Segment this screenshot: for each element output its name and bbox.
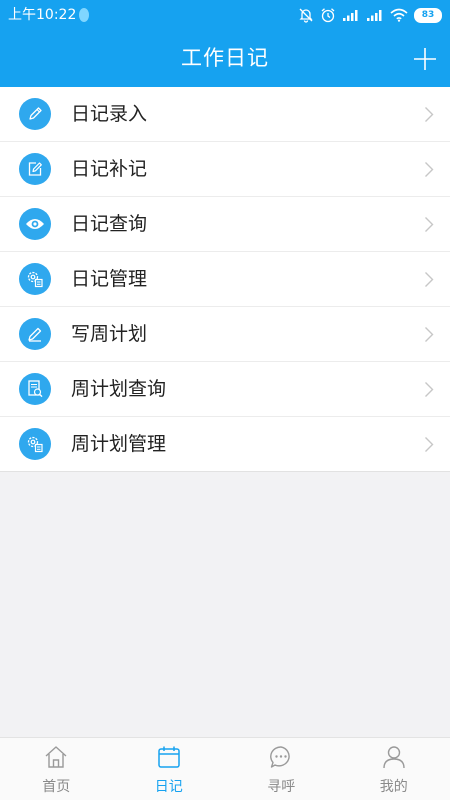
chevron-right-icon: [425, 162, 434, 177]
status-bar: 上午10:22 83: [0, 0, 450, 30]
chevron-right-icon: [425, 327, 434, 342]
wifi-icon: [390, 8, 408, 22]
menu-item-diary-entry[interactable]: 日记录入: [0, 87, 450, 142]
tab-label: 日记: [154, 779, 183, 795]
tab-label: 首页: [42, 779, 71, 795]
app-header: 工作日记: [0, 30, 450, 87]
bottom-tab-bar: 首页 日记 寻呼 我的: [0, 737, 450, 800]
chevron-right-icon: [425, 272, 434, 287]
document-search-icon: [19, 373, 51, 405]
hd-signal-icon: [367, 10, 382, 21]
gear-document-icon: [19, 428, 51, 460]
menu-item-label: 写周计划: [71, 323, 148, 345]
gear-document-icon: [19, 263, 51, 295]
calendar-icon: [158, 746, 180, 768]
qq-notification-icon: [78, 7, 90, 27]
signal-icon: [343, 10, 358, 21]
battery-indicator: 83: [414, 7, 442, 23]
menu-item-diary-query[interactable]: 日记查询: [0, 197, 450, 252]
status-time: 上午10:22: [8, 7, 77, 23]
menu-item-diary-manage[interactable]: 日记管理: [0, 252, 450, 307]
tab-paging[interactable]: 寻呼: [225, 738, 338, 800]
menu-item-label: 日记查询: [71, 213, 148, 235]
menu-item-diary-makeup[interactable]: 日记补记: [0, 142, 450, 197]
chat-icon: [270, 746, 290, 768]
chevron-right-icon: [425, 217, 434, 232]
menu-item-weekly-plan-manage[interactable]: 周计划管理: [0, 417, 450, 472]
tab-label: 我的: [379, 779, 408, 795]
pencil-icon: [19, 98, 51, 130]
mute-bell-icon: [299, 8, 313, 23]
tab-label: 寻呼: [267, 779, 296, 795]
user-icon: [383, 746, 405, 769]
menu-item-label: 周计划查询: [71, 378, 167, 400]
edit-square-icon: [19, 153, 51, 185]
status-icons: 83: [298, 6, 442, 24]
page-title: 工作日记: [181, 46, 269, 70]
menu-item-label: 周计划管理: [71, 433, 167, 455]
alarm-icon: [321, 8, 335, 23]
add-button[interactable]: [412, 46, 438, 72]
tab-mine[interactable]: 我的: [338, 738, 450, 800]
chevron-right-icon: [425, 437, 434, 452]
tab-home[interactable]: 首页: [0, 738, 113, 800]
menu-list: 日记录入 日记补记 日记查询 日记管理 写周计划 周计划查询 周计划管理: [0, 87, 450, 472]
eye-icon: [19, 208, 51, 240]
menu-item-write-weekly-plan[interactable]: 写周计划: [0, 307, 450, 362]
chevron-right-icon: [425, 382, 434, 397]
menu-item-weekly-plan-query[interactable]: 周计划查询: [0, 362, 450, 417]
plus-icon: [414, 48, 436, 70]
pencil-square-icon: [19, 318, 51, 350]
home-icon: [45, 746, 67, 768]
menu-item-label: 日记补记: [71, 158, 148, 180]
tab-diary[interactable]: 日记: [113, 738, 226, 800]
menu-item-label: 日记管理: [71, 268, 148, 290]
chevron-right-icon: [425, 107, 434, 122]
menu-item-label: 日记录入: [71, 103, 148, 125]
